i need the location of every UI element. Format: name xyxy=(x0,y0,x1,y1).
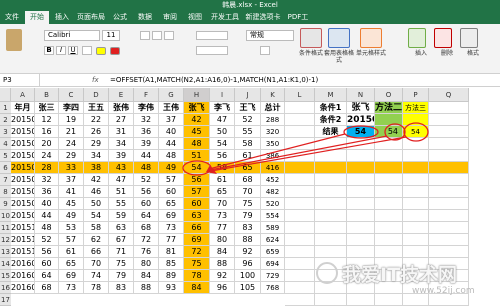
arrow-line xyxy=(210,136,407,172)
highlight-circle xyxy=(182,160,212,176)
annotation-overlay xyxy=(182,122,429,176)
watermark-text: 我爱IT技术网 xyxy=(342,264,458,286)
method3-circle xyxy=(403,122,429,142)
arrow-line xyxy=(209,135,388,171)
watermark: 我爱IT技术网 www.52ij.com xyxy=(316,260,496,300)
watermark-url: www.52ij.com xyxy=(412,286,475,296)
watermark-icon xyxy=(316,262,338,284)
result-circle xyxy=(343,125,379,139)
